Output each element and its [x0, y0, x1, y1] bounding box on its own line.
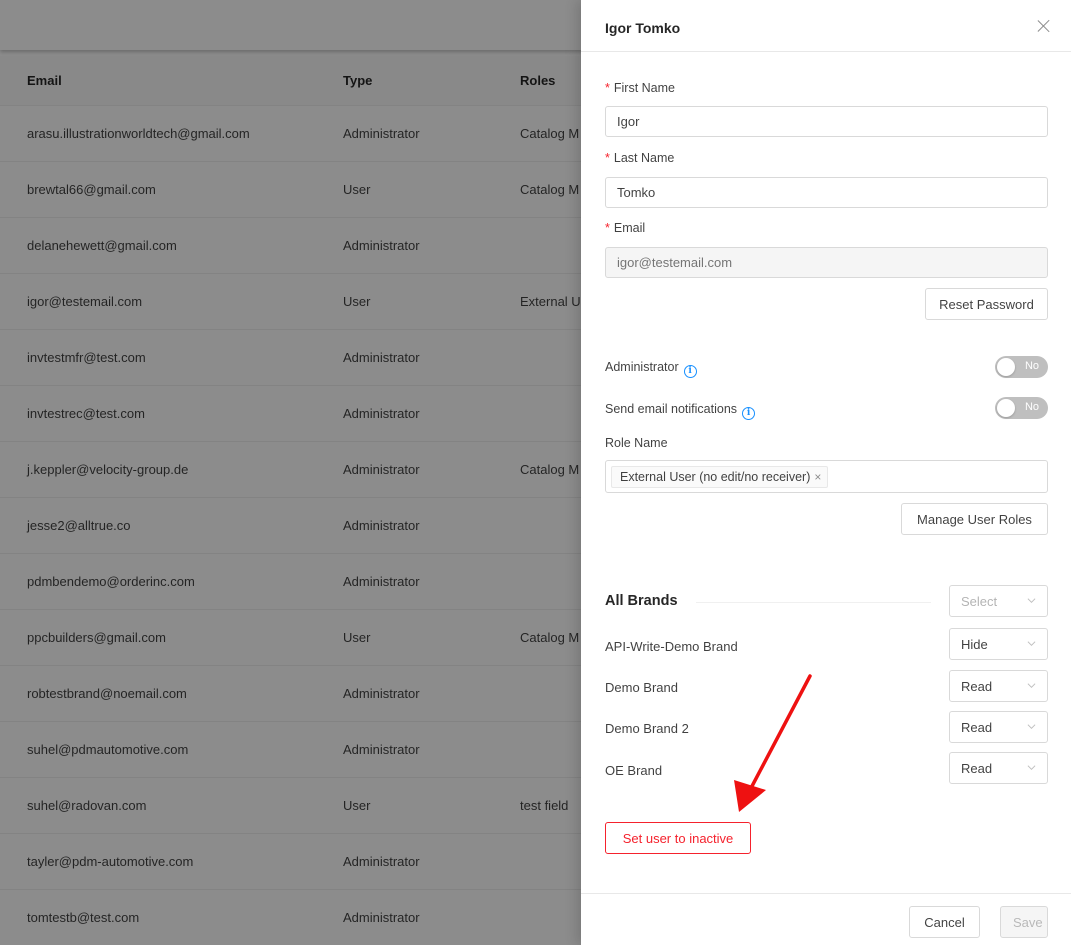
drawer-header: Igor Tomko — [581, 0, 1071, 52]
role-select[interactable]: External User (no edit/no receiver) × — [605, 460, 1048, 493]
last-name-label: * Last Name — [605, 151, 675, 165]
chevron-down-icon — [1027, 765, 1036, 771]
toggle-knob — [997, 358, 1015, 376]
toggle-knob — [997, 399, 1015, 417]
last-name-input[interactable] — [605, 177, 1048, 208]
reset-password-button[interactable]: Reset Password — [925, 288, 1048, 320]
edit-user-drawer: Igor Tomko *First Name *Last Name *Email… — [581, 0, 1071, 945]
drawer-title: Igor Tomko — [605, 20, 681, 36]
chevron-down-icon — [1027, 683, 1036, 689]
select-value: Read — [961, 720, 993, 735]
chevron-down-icon — [1027, 724, 1036, 730]
email-label: * Email — [605, 221, 646, 235]
required-mark: * — [605, 221, 610, 235]
cancel-button[interactable]: Cancel — [909, 906, 980, 938]
select-value: Read — [961, 679, 993, 694]
brand-label: Demo Brand 2 — [605, 721, 689, 736]
select-value: Select — [961, 594, 998, 609]
required-mark: * — [605, 81, 610, 95]
close-icon[interactable] — [1035, 17, 1053, 35]
first-name-input[interactable] — [605, 106, 1048, 137]
brand-permission-select[interactable]: Read — [949, 752, 1048, 784]
role-tag: External User (no edit/no receiver) × — [611, 466, 829, 488]
select-value: Read — [961, 761, 993, 776]
info-icon[interactable]: i — [742, 407, 756, 420]
required-mark: * — [605, 151, 610, 165]
chevron-down-icon — [1027, 598, 1036, 604]
toggle-state: No — [1024, 360, 1039, 372]
divider — [696, 602, 931, 603]
email-input — [605, 247, 1048, 278]
info-icon[interactable]: i — [683, 365, 697, 378]
set-user-inactive-button[interactable]: Set user to inactive — [605, 822, 751, 854]
all-brands-select[interactable]: Select — [949, 585, 1048, 617]
brand-permission-select[interactable]: Read — [949, 711, 1048, 743]
role-name-label: Role Name — [605, 436, 668, 450]
chevron-down-icon — [1027, 641, 1036, 647]
brand-label: Demo Brand — [605, 680, 678, 695]
drawer-footer: Cancel Save — [581, 893, 1071, 945]
all-brands-title: All Brands — [605, 593, 678, 609]
brand-permission-select[interactable]: Hide — [949, 628, 1048, 660]
brand-permission-select[interactable]: Read — [949, 670, 1048, 702]
administrator-label: Administrator i — [605, 360, 697, 378]
first-name-label: * First Name — [605, 81, 675, 95]
brand-label: API-Write-Demo Brand — [605, 639, 738, 654]
tag-remove-icon[interactable]: × — [814, 470, 821, 484]
email-notifications-toggle[interactable]: No — [995, 397, 1048, 419]
toggle-state: No — [1024, 401, 1039, 413]
select-value: Hide — [961, 637, 988, 652]
save-button: Save — [1000, 906, 1048, 938]
manage-user-roles-button[interactable]: Manage User Roles — [901, 503, 1048, 535]
email-notifications-label: Send email notifications i — [605, 402, 756, 420]
administrator-toggle[interactable]: No — [995, 356, 1048, 378]
brand-label: OE Brand — [605, 763, 663, 778]
